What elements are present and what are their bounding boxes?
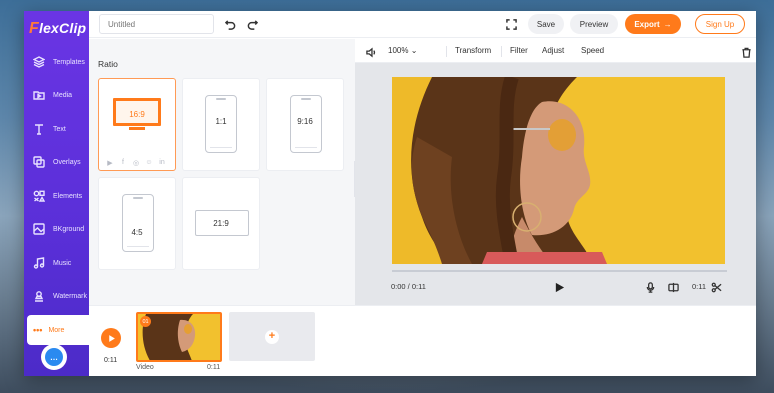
- split-icon[interactable]: [668, 280, 680, 293]
- sidebar-item-label: BKground: [53, 225, 85, 233]
- sidebar-item-text[interactable]: Text: [24, 114, 89, 144]
- sidebar-item-label: More: [48, 326, 65, 334]
- project-title-input[interactable]: [99, 14, 214, 34]
- clip-type-label: Video: [136, 364, 154, 371]
- playback-progress-bar[interactable]: [392, 270, 727, 272]
- sidebar-item-watermark[interactable]: Watermark: [24, 281, 89, 311]
- facebook-icon: f: [122, 159, 124, 166]
- sidebar-item-bkground[interactable]: BKground: [24, 214, 89, 244]
- folder-play-icon: [31, 87, 47, 103]
- zoom-select[interactable]: 100% ⌄: [388, 46, 417, 55]
- more-dots-icon: •••: [33, 325, 43, 335]
- ratio-option-16-9[interactable]: 16:9 ▶ f ◎ ☺ in: [98, 78, 176, 171]
- export-button[interactable]: Export →: [625, 14, 681, 34]
- clip-duration: 0:11: [692, 282, 707, 291]
- transform-button[interactable]: Transform: [455, 46, 491, 55]
- sidebar-item-templates[interactable]: Templates: [24, 47, 89, 77]
- watermark-icon: [31, 288, 47, 304]
- ratio-label: 1:1: [215, 117, 227, 126]
- youtube-icon: ▶: [107, 160, 113, 167]
- overlays-icon: [31, 154, 47, 170]
- chat-bubble-icon: …: [45, 348, 63, 366]
- sidebar-item-music[interactable]: Music: [24, 248, 89, 278]
- ratio-label: 4:5: [131, 228, 143, 237]
- sidebar-item-label: Templates: [53, 58, 85, 66]
- sign-up-button[interactable]: Sign Up: [695, 14, 745, 34]
- ratio-panel: Ratio 16:9 ▶ f ◎ ☺ in 1:1 9:16 4:5 21:9: [89, 39, 355, 305]
- adjust-button[interactable]: Adjust: [542, 46, 564, 55]
- play-icon[interactable]: [554, 280, 566, 293]
- plus-icon: +: [265, 329, 279, 344]
- scissors-icon[interactable]: [711, 280, 723, 293]
- sidebar-item-label: Media: [53, 91, 73, 99]
- arrow-right-icon: →: [663, 19, 672, 29]
- background-icon: [31, 221, 47, 237]
- ratio-panel-title: Ratio: [98, 59, 118, 69]
- instagram-icon: ◎: [132, 160, 140, 167]
- microphone-icon[interactable]: [645, 280, 657, 293]
- social-platform-icons: ▶ f ◎ ☺ in: [106, 159, 166, 167]
- ratio-option-21-9[interactable]: 21:9: [182, 177, 260, 270]
- ratio-label: 16:9: [129, 110, 145, 119]
- timeline-play-button[interactable]: [101, 328, 121, 348]
- preview-toolbar: 100% ⌄ Transform Filter Adjust Speed: [355, 39, 756, 63]
- redo-icon[interactable]: [245, 17, 259, 31]
- add-clip-button[interactable]: +: [229, 312, 315, 361]
- speed-button[interactable]: Speed: [581, 46, 604, 55]
- text-icon: [31, 121, 47, 137]
- video-clip-thumbnail[interactable]: 01: [136, 312, 222, 362]
- clip-number-badge: 01: [140, 316, 151, 327]
- video-preview[interactable]: [392, 77, 725, 264]
- woman-photo-image: [392, 77, 725, 264]
- preview-stage: 0:00 / 0:11 0:11: [355, 63, 756, 305]
- linkedin-icon: in: [159, 159, 165, 166]
- sidebar-item-label: Music: [53, 259, 72, 267]
- sidebar-item-overlays[interactable]: Overlays: [24, 147, 89, 177]
- phone-icon: [122, 194, 154, 252]
- sidebar-item-elements[interactable]: Elements: [24, 181, 89, 211]
- undo-icon[interactable]: [223, 17, 237, 31]
- sidebar-item-more[interactable]: ••• More: [27, 315, 89, 345]
- playback-time: 0:00 / 0:11: [391, 282, 426, 291]
- layers-icon: [31, 54, 47, 70]
- trash-icon[interactable]: [741, 45, 753, 58]
- ratio-label: 9:16: [297, 117, 313, 126]
- timeline: 0:11 01 Video 0:11 +: [89, 305, 756, 376]
- play-icon: [108, 334, 115, 342]
- sidebar-item-media[interactable]: Media: [24, 80, 89, 110]
- timeline-total-time: 0:11: [104, 357, 118, 364]
- volume-icon[interactable]: [366, 45, 378, 58]
- sidebar-item-label: Text: [53, 125, 66, 133]
- chat-button[interactable]: …: [41, 344, 67, 370]
- ratio-option-4-5[interactable]: 4:5: [98, 177, 176, 270]
- chevron-down-icon: ⌄: [410, 46, 418, 55]
- sidebar: FlexClip Templates Media Text Overlays E…: [24, 11, 89, 376]
- elements-icon: [31, 188, 47, 204]
- snapchat-icon: ☺: [145, 159, 153, 166]
- ratio-label: 21:9: [213, 219, 229, 228]
- preview-button[interactable]: Preview: [570, 14, 618, 34]
- fullscreen-icon[interactable]: [506, 17, 520, 31]
- export-label: Export: [634, 19, 660, 29]
- clip-duration-label: 0:11: [207, 364, 221, 371]
- sidebar-item-label: Elements: [53, 192, 83, 200]
- sidebar-item-label: Overlays: [53, 158, 81, 166]
- zoom-value: 100%: [388, 46, 409, 55]
- sidebar-item-label: Watermark: [53, 292, 87, 300]
- flexclip-logo[interactable]: FlexClip: [29, 20, 86, 38]
- editor-window: FlexClip Templates Media Text Overlays E…: [24, 11, 756, 376]
- music-icon: [31, 255, 47, 271]
- ratio-option-1-1[interactable]: 1:1: [182, 78, 260, 171]
- ratio-option-9-16[interactable]: 9:16: [266, 78, 344, 171]
- filter-button[interactable]: Filter: [510, 46, 528, 55]
- top-bar: Save Preview Export → Sign Up: [89, 11, 756, 38]
- save-button[interactable]: Save: [528, 14, 564, 34]
